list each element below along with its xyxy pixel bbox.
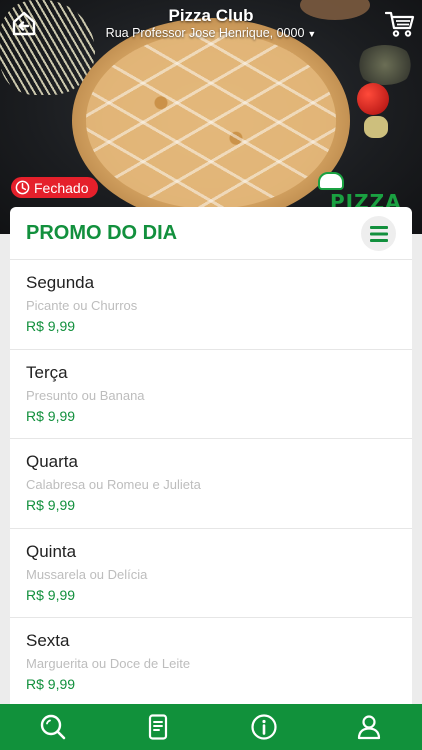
day-description: Calabresa ou Romeu e Julieta: [26, 477, 201, 492]
nav-info-button[interactable]: [246, 709, 282, 745]
nav-orders-button[interactable]: [140, 709, 176, 745]
cart-icon: [384, 11, 415, 37]
menu-button[interactable]: [361, 216, 396, 251]
status-badge: Fechado: [11, 177, 99, 198]
list-item[interactable]: Segunda Picante ou Churros R$ 9,99: [10, 260, 412, 350]
day-price: R$ 9,99: [26, 676, 76, 692]
day-name: Terça: [26, 362, 68, 382]
nav-profile-button[interactable]: [351, 709, 387, 745]
address-selector[interactable]: Rua Professor Jose Henrique, 0000 ▼: [0, 26, 422, 40]
bottom-navigation: [0, 704, 422, 750]
status-label: Fechado: [34, 179, 89, 196]
day-price: R$ 9,99: [26, 407, 76, 424]
hero-spice: [355, 45, 415, 85]
day-name: Segunda: [26, 273, 95, 292]
promo-header: PROMO DO DIA: [10, 207, 412, 260]
day-description: Marguerita ou Doce de Leite: [26, 656, 191, 671]
day-name: Quarta: [26, 452, 78, 471]
cart-button[interactable]: [384, 10, 415, 38]
chef-hat-icon: [318, 172, 344, 190]
caret-down-icon: ▼: [307, 29, 317, 39]
list-item[interactable]: Terça Presunto ou Banana R$ 9,99: [10, 350, 412, 439]
day-price: R$ 9,99: [26, 318, 76, 334]
section-title: PROMO DO DIA: [26, 222, 178, 244]
profile-icon: [358, 715, 381, 740]
day-name: Quinta: [26, 541, 77, 561]
clock-icon: [15, 180, 30, 195]
nav-search-button[interactable]: [35, 709, 71, 745]
search-icon: [40, 714, 66, 740]
list-item[interactable]: Quarta Calabresa ou Romeu e Julieta R$ 9…: [10, 439, 412, 529]
address-text: Rua Professor Jose Henrique, 0000: [105, 26, 305, 40]
hero-tomato: [357, 83, 389, 115]
menu-icon: [369, 225, 388, 242]
hero-garlic: [364, 116, 388, 138]
order-icon: [149, 714, 168, 740]
hero-banner: Pizza Club Rua Professor Jose Henrique, …: [0, 0, 422, 234]
day-price: R$ 9,99: [26, 586, 76, 603]
day-description: Mussarela ou Delícia: [26, 566, 148, 582]
day-name: Sexta: [26, 631, 70, 650]
store-name: Pizza Club: [168, 6, 254, 25]
list-item[interactable]: Quinta Mussarela ou Delícia R$ 9,99: [10, 529, 412, 618]
info-icon: [251, 714, 277, 740]
list-item[interactable]: Sexta Marguerita ou Doce de Leite R$ 9,9…: [10, 618, 412, 708]
brand-logo: PIZZA: [316, 172, 416, 214]
hero-pizza-image: [72, 18, 350, 223]
day-description: Picante ou Churros: [26, 298, 138, 313]
day-description: Presunto ou Banana: [26, 387, 145, 403]
day-price: R$ 9,99: [26, 497, 76, 513]
promo-card: PROMO DO DIA Segunda Picante ou Churros …: [10, 207, 412, 717]
